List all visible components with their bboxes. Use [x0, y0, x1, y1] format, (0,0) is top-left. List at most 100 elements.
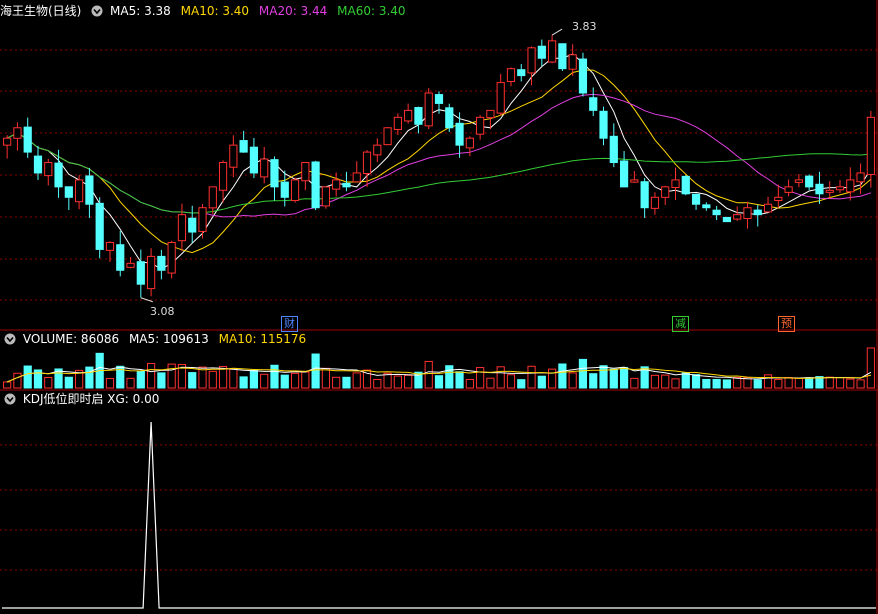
volume-bar-up — [321, 367, 330, 389]
volume-bar-down — [270, 364, 279, 389]
candle-up — [218, 162, 228, 191]
volume-bar-up — [383, 372, 392, 389]
candle-down — [702, 204, 711, 209]
candle-up — [630, 179, 639, 183]
volume-bar-up — [784, 376, 793, 389]
candle-up — [671, 179, 680, 188]
candle-up — [846, 179, 855, 193]
candle-down — [85, 175, 94, 205]
candle-down — [712, 209, 721, 216]
candle-down — [455, 122, 464, 146]
chevron-down-icon[interactable] — [4, 393, 16, 405]
volume-bar-up — [146, 362, 156, 389]
candle-down — [136, 261, 145, 285]
volume-bar-down — [805, 377, 814, 389]
volume-bar-up — [404, 374, 413, 389]
volume-bar-up — [506, 374, 516, 389]
candle-down — [681, 175, 690, 195]
candle-up — [774, 196, 783, 202]
candle-up — [383, 127, 392, 146]
event-tag-reduce[interactable]: 减 — [672, 316, 689, 332]
candle-down — [815, 183, 824, 195]
candle-up — [290, 179, 300, 202]
candle-down — [54, 162, 63, 188]
volume-bar-up — [218, 365, 228, 389]
volume-bar-down — [188, 372, 197, 389]
volume-bar-down — [311, 353, 320, 389]
volume-bar-down — [681, 372, 690, 389]
candle-up — [229, 144, 238, 168]
candle-down — [239, 140, 248, 153]
stock-chart[interactable] — [0, 0, 878, 614]
volume-bar-up — [105, 378, 115, 389]
candle-up — [866, 116, 875, 175]
candle-down — [517, 69, 526, 77]
volume-bar-down — [157, 372, 166, 389]
candle-down — [33, 155, 43, 174]
volume-bar-down — [753, 379, 762, 389]
candle-up — [373, 144, 382, 156]
candle-up — [3, 137, 12, 146]
volume-bar-down — [702, 378, 711, 389]
candle-up — [404, 109, 413, 122]
candle-up — [527, 47, 536, 74]
volume-bar-up — [424, 360, 433, 389]
volume-bar-up — [774, 378, 783, 389]
event-tag-forecast[interactable]: 预 — [778, 316, 795, 332]
chevron-down-icon[interactable] — [4, 333, 16, 345]
xg-signal-line — [2, 421, 876, 609]
candle-up — [13, 127, 22, 139]
candle-up — [393, 116, 402, 131]
candle-down — [249, 146, 259, 174]
volume-bar-up — [465, 378, 474, 389]
high-price-label: 3.83 — [572, 20, 597, 33]
volume-bar-up — [496, 366, 505, 389]
candle-down — [537, 45, 546, 59]
candle-down — [342, 182, 351, 188]
candle-up — [44, 162, 53, 177]
candle-up — [301, 162, 310, 182]
volume-bar-down — [455, 371, 464, 389]
volume-bar-up — [825, 376, 834, 389]
kdj-signal-line — [2, 421, 876, 609]
candle-down — [311, 161, 320, 209]
candle-up — [825, 189, 834, 193]
volume-bar-up — [167, 363, 176, 389]
volume-bar-up — [835, 377, 845, 389]
candle-up — [105, 241, 115, 251]
ma5-value: MA5: 3.38 — [110, 4, 171, 18]
candle-down — [434, 94, 444, 104]
volume-bar-up — [650, 374, 660, 389]
candle-up — [784, 186, 793, 193]
candle-down — [116, 244, 125, 271]
volume-bar-up — [126, 377, 135, 389]
volume-value: VOLUME: 86086 — [22, 332, 120, 346]
candle-up — [794, 179, 803, 183]
volume-bar-up — [733, 376, 742, 389]
candle-down — [691, 193, 701, 205]
volume-bar-down — [445, 365, 454, 389]
candle-down — [599, 110, 608, 139]
candle-up — [763, 203, 773, 213]
volume-legend: VOLUME: 86086 MA5: 109613 MA10: 115176 — [0, 330, 312, 348]
candle-down — [64, 186, 73, 198]
event-tag-finance[interactable]: 财 — [281, 316, 298, 332]
candle-up — [506, 68, 516, 82]
volume-bar-down — [249, 369, 259, 389]
candle-down — [270, 159, 279, 188]
volume-bar-up — [373, 378, 382, 389]
candle-down — [619, 160, 629, 188]
volume-bar-up — [548, 368, 557, 389]
candle-up — [126, 262, 135, 268]
candle-down — [722, 216, 732, 223]
volume-bar-up — [846, 378, 855, 389]
volume-bar-down — [280, 374, 289, 389]
candle-down — [23, 126, 32, 153]
chevron-down-icon[interactable] — [91, 5, 103, 17]
candle-up — [465, 137, 474, 149]
candle-down — [188, 217, 197, 233]
candle-down — [558, 43, 567, 70]
candle-down — [805, 175, 814, 188]
volume-bar-up — [290, 372, 300, 389]
candle-up — [260, 158, 269, 178]
